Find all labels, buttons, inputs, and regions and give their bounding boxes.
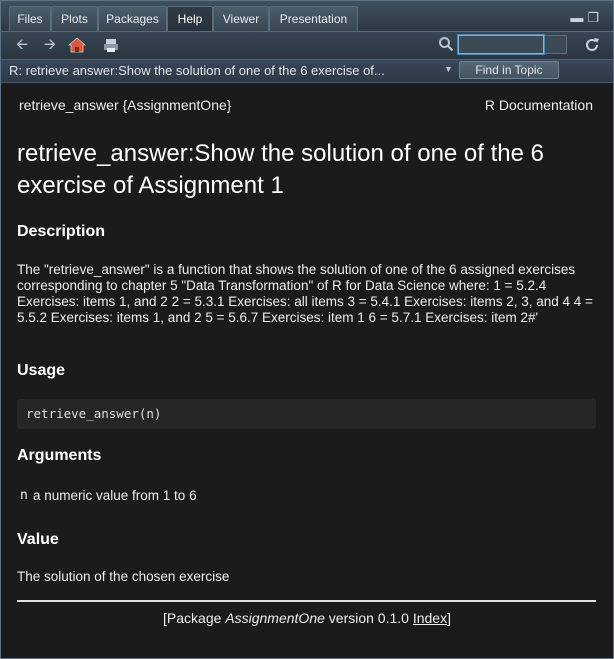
tab-packages[interactable]: Packages: [98, 6, 167, 31]
back-arrow-icon[interactable]: 🡨: [13, 36, 31, 54]
argument-description: a numeric value from 1 to 6: [33, 488, 197, 503]
value-text: The solution of the chosen exercise: [17, 569, 230, 584]
maximize-icon[interactable]: ❐: [587, 10, 599, 25]
value-heading: Value: [17, 531, 59, 548]
find-in-topic-button[interactable]: Find in Topic: [459, 61, 559, 79]
tab-presentation[interactable]: Presentation: [269, 6, 358, 31]
usage-code-block: retrieve_answer(n): [17, 399, 596, 429]
usage-code: retrieve_answer(n): [26, 406, 162, 421]
search-box: [437, 34, 567, 56]
topic-title-dropdown[interactable]: R: retrieve answer:Show the solution of …: [9, 62, 443, 80]
description-heading: Description: [17, 223, 106, 240]
topic-bar: R: retrieve answer:Show the solution of …: [1, 60, 613, 83]
tab-files[interactable]: Files: [9, 6, 51, 31]
help-pane: Files Plots Packages Help Viewer Present…: [0, 0, 614, 659]
description-text: The "retrieve_answer" is a function that…: [17, 262, 593, 325]
doc-header-right: R Documentation: [484, 97, 593, 113]
home-icon[interactable]: [67, 36, 87, 54]
page-title: retrieve_answer:Show the solution of one…: [17, 140, 544, 199]
forward-arrow-icon[interactable]: 🡪: [41, 36, 59, 54]
search-icon: [437, 36, 455, 54]
chevron-down-icon[interactable]: ▼: [444, 64, 453, 74]
divider: [17, 600, 596, 602]
arguments-heading: Arguments: [17, 447, 102, 464]
package-name: AssignmentOne: [225, 610, 325, 626]
package-footer: [Package AssignmentOne version 0.1.0 Ind…: [163, 610, 451, 626]
search-clear-button[interactable]: [545, 35, 567, 54]
help-search-input[interactable]: [457, 34, 545, 55]
window-controls: ▬ ❐: [566, 10, 599, 26]
refresh-icon[interactable]: [583, 36, 601, 54]
minimize-icon[interactable]: ▬: [570, 10, 583, 25]
doc-header-left: retrieve_answer {AssignmentOne}: [19, 97, 232, 113]
index-link[interactable]: Index: [413, 610, 447, 626]
tab-help[interactable]: Help: [167, 6, 213, 31]
print-icon[interactable]: [102, 36, 120, 54]
help-toolbar: 🡨 🡪: [1, 32, 613, 60]
tab-plots[interactable]: Plots: [51, 6, 98, 31]
argument-name: n: [20, 488, 28, 503]
tab-viewer[interactable]: Viewer: [213, 6, 269, 31]
usage-heading: Usage: [17, 362, 66, 379]
help-content: retrieve_answer {AssignmentOne} R Docume…: [1, 83, 613, 658]
pane-tab-bar: Files Plots Packages Help Viewer Present…: [1, 1, 613, 32]
